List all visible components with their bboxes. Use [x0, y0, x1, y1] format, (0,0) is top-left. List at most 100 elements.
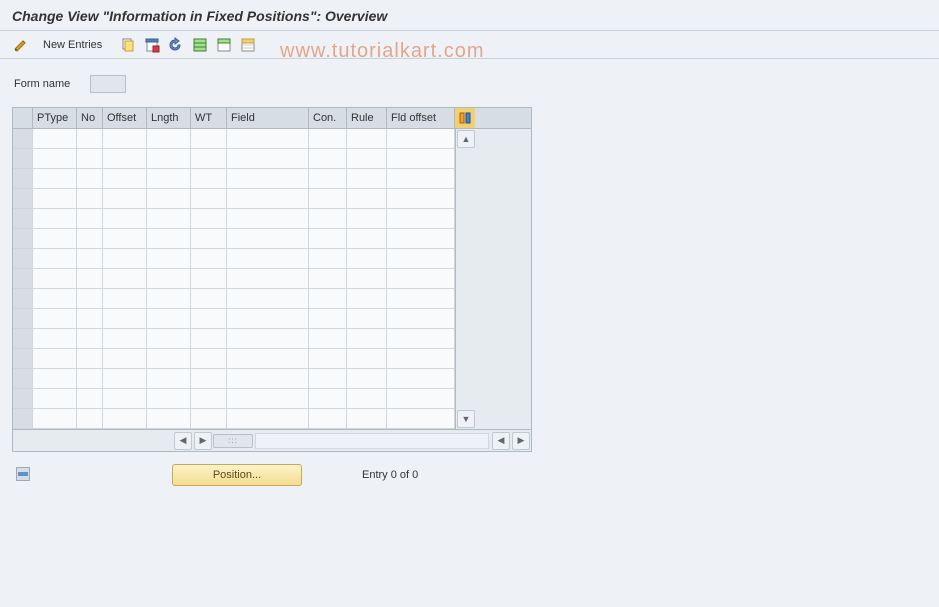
table-cell[interactable]: [103, 349, 147, 369]
table-cell[interactable]: [33, 129, 77, 149]
table-cell[interactable]: [347, 189, 387, 209]
table-cell[interactable]: [309, 289, 347, 309]
row-selector-cell[interactable]: [13, 289, 33, 309]
table-cell[interactable]: [347, 249, 387, 269]
table-cell[interactable]: [103, 269, 147, 289]
table-cell[interactable]: [147, 229, 191, 249]
col-header-fldoffset[interactable]: Fld offset: [387, 108, 455, 128]
row-selector-cell[interactable]: [13, 209, 33, 229]
table-cell[interactable]: [77, 169, 103, 189]
table-cell[interactable]: [33, 349, 77, 369]
scroll-up-icon[interactable]: ▲: [457, 130, 475, 148]
row-selector-cell[interactable]: [13, 349, 33, 369]
table-cell[interactable]: [33, 229, 77, 249]
table-cell[interactable]: [387, 269, 455, 289]
table-row[interactable]: [13, 309, 455, 329]
table-cell[interactable]: [309, 349, 347, 369]
table-cell[interactable]: [103, 129, 147, 149]
table-cell[interactable]: [191, 329, 227, 349]
table-cell[interactable]: [77, 349, 103, 369]
col-header-rule[interactable]: Rule: [347, 108, 387, 128]
table-cell[interactable]: [33, 209, 77, 229]
table-cell[interactable]: [387, 409, 455, 429]
table-row[interactable]: [13, 409, 455, 429]
table-cell[interactable]: [227, 349, 309, 369]
row-selector-cell[interactable]: [13, 309, 33, 329]
table-cell[interactable]: [309, 169, 347, 189]
table-cell[interactable]: [227, 309, 309, 329]
table-cell[interactable]: [191, 189, 227, 209]
table-row[interactable]: [13, 389, 455, 409]
table-cell[interactable]: [103, 389, 147, 409]
table-cell[interactable]: [77, 329, 103, 349]
table-cell[interactable]: [227, 369, 309, 389]
col-header-ptype[interactable]: PType: [33, 108, 77, 128]
table-cell[interactable]: [103, 309, 147, 329]
table-cell[interactable]: [309, 369, 347, 389]
toggle-change-icon[interactable]: [10, 35, 32, 55]
row-selector-cell[interactable]: [13, 229, 33, 249]
table-cell[interactable]: [77, 189, 103, 209]
scroll-thumb[interactable]: :::: [213, 434, 253, 448]
table-cell[interactable]: [347, 289, 387, 309]
scroll-down-icon[interactable]: ▼: [457, 410, 475, 428]
table-cell[interactable]: [309, 249, 347, 269]
table-cell[interactable]: [147, 129, 191, 149]
table-cell[interactable]: [147, 329, 191, 349]
table-cell[interactable]: [191, 249, 227, 269]
table-cell[interactable]: [77, 149, 103, 169]
table-cell[interactable]: [33, 369, 77, 389]
table-cell[interactable]: [309, 309, 347, 329]
table-cell[interactable]: [33, 309, 77, 329]
table-row[interactable]: [13, 229, 455, 249]
table-cell[interactable]: [387, 189, 455, 209]
table-cell[interactable]: [103, 209, 147, 229]
table-cell[interactable]: [103, 289, 147, 309]
table-cell[interactable]: [147, 369, 191, 389]
select-block-icon[interactable]: [213, 35, 235, 55]
table-cell[interactable]: [387, 369, 455, 389]
table-cell[interactable]: [347, 409, 387, 429]
table-cell[interactable]: [309, 329, 347, 349]
table-cell[interactable]: [33, 189, 77, 209]
table-cell[interactable]: [147, 249, 191, 269]
table-row[interactable]: [13, 209, 455, 229]
table-cell[interactable]: [227, 129, 309, 149]
table-cell[interactable]: [33, 169, 77, 189]
table-cell[interactable]: [147, 209, 191, 229]
table-cell[interactable]: [191, 129, 227, 149]
table-cell[interactable]: [191, 169, 227, 189]
table-cell[interactable]: [347, 329, 387, 349]
table-cell[interactable]: [77, 389, 103, 409]
table-cell[interactable]: [103, 249, 147, 269]
table-cell[interactable]: [387, 129, 455, 149]
scroll-left2-icon[interactable]: ◀: [492, 432, 510, 450]
table-cell[interactable]: [147, 409, 191, 429]
table-cell[interactable]: [103, 369, 147, 389]
table-cell[interactable]: [103, 149, 147, 169]
row-selector-cell[interactable]: [13, 149, 33, 169]
delete-icon[interactable]: [141, 35, 163, 55]
table-cell[interactable]: [227, 229, 309, 249]
table-cell[interactable]: [191, 209, 227, 229]
table-cell[interactable]: [147, 189, 191, 209]
row-selector-cell[interactable]: [13, 129, 33, 149]
table-cell[interactable]: [387, 289, 455, 309]
table-cell[interactable]: [191, 289, 227, 309]
table-cell[interactable]: [33, 249, 77, 269]
row-selector-cell[interactable]: [13, 189, 33, 209]
table-cell[interactable]: [191, 269, 227, 289]
table-row[interactable]: [13, 169, 455, 189]
vertical-scrollbar[interactable]: ▲ ▼: [455, 129, 475, 429]
table-cell[interactable]: [387, 389, 455, 409]
table-cell[interactable]: [147, 349, 191, 369]
table-cell[interactable]: [77, 209, 103, 229]
table-cell[interactable]: [103, 229, 147, 249]
deselect-all-icon[interactable]: [237, 35, 259, 55]
table-cell[interactable]: [309, 229, 347, 249]
table-cell[interactable]: [387, 349, 455, 369]
col-header-wt[interactable]: WT: [191, 108, 227, 128]
table-cell[interactable]: [309, 149, 347, 169]
table-cell[interactable]: [309, 209, 347, 229]
table-cell[interactable]: [347, 169, 387, 189]
